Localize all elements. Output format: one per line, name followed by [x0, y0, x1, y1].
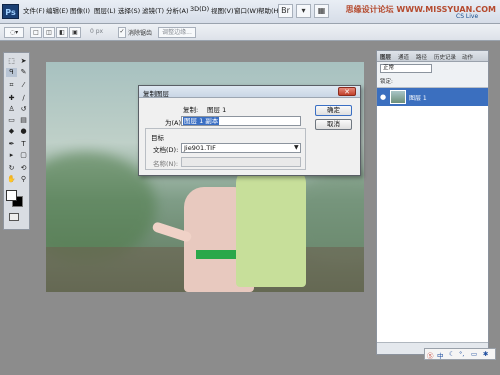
crop-tool-icon[interactable]: ⌗ [6, 81, 17, 90]
close-icon[interactable]: ✕ [338, 87, 356, 96]
type-tool-icon[interactable]: T [18, 140, 29, 149]
menu-view[interactable]: 视图(V) [211, 5, 234, 15]
dodge-tool-icon[interactable]: ● [18, 127, 29, 136]
lasso-tool-icon[interactable]: ᑫ [6, 68, 17, 77]
pen-tool-icon[interactable]: ✒ [6, 140, 17, 149]
tab-channels[interactable]: 通道 [398, 53, 409, 61]
arrange-documents-icon[interactable]: ▦ [314, 4, 329, 18]
layers-panel: 图层 通道 路径 历史记录 动作 正常 锁定: ● 图层 1 [376, 50, 489, 355]
man-figure [236, 167, 306, 287]
lock-label: 锁定: [380, 79, 393, 85]
duplicate-layer-dialog: 复制图层 ✕ 复制: 图层 1 为(A): 图层 1 副本 确定 取消 目标 文… [138, 85, 361, 176]
3d-rotate-tool-icon[interactable]: ↻ [6, 164, 17, 173]
layer-name[interactable]: 图层 1 [409, 93, 427, 102]
history-brush-icon[interactable]: ↺ [18, 105, 29, 114]
move-tool-icon[interactable]: ➤ [18, 57, 29, 66]
copy-value: 图层 1 [207, 106, 227, 114]
cancel-button[interactable]: 取消 [315, 119, 352, 130]
stamp-tool-icon[interactable]: ♙ [6, 105, 17, 114]
menu-file[interactable]: 文件(F) [23, 5, 45, 15]
options-bar: ◌▾ □ ◫ ◧ ▣ 0 px ✓ 消除锯齿 调整边缘... [0, 24, 500, 41]
healing-tool-icon[interactable]: ✚ [6, 94, 17, 103]
subtract-selection-icon[interactable]: ◧ [56, 27, 68, 38]
quick-mask-icon[interactable] [9, 213, 19, 221]
tab-paths[interactable]: 路径 [416, 53, 427, 61]
lasso-tool-preset-icon[interactable]: ◌▾ [4, 27, 24, 38]
menu-edit[interactable]: 编辑(E) [46, 5, 68, 15]
layer-thumbnail [390, 90, 406, 104]
blur-tool-icon[interactable]: ◆ [6, 127, 17, 136]
punctuation-icon[interactable]: °, [459, 350, 464, 358]
menu-select[interactable]: 选择(S) [118, 5, 140, 15]
intersect-selection-icon[interactable]: ▣ [69, 27, 81, 38]
foreground-color-swatch[interactable] [6, 190, 17, 201]
as-input[interactable]: 图层 1 副本 [181, 116, 301, 126]
photoshop-logo: Ps [2, 4, 19, 19]
ime-logo-icon[interactable]: Ⓢ [427, 350, 434, 360]
name-label: 名称(N): [153, 160, 179, 168]
settings-icon[interactable]: ✱ [483, 350, 488, 358]
eyedropper-tool-icon[interactable]: ⁄ [18, 81, 29, 90]
eraser-tool-icon[interactable]: ▭ [6, 116, 17, 125]
menu-layer[interactable]: 图层(L) [94, 5, 116, 15]
antialias-label: 消除锯齿 [128, 30, 153, 37]
menu-filter[interactable]: 滤镜(T) [142, 5, 164, 15]
brush-tool-icon[interactable]: ∕ [18, 94, 29, 103]
tab-layers[interactable]: 图层 [380, 53, 391, 61]
ok-button[interactable]: 确定 [315, 105, 352, 116]
antialias-checkbox[interactable]: ✓ [118, 27, 126, 38]
new-selection-icon[interactable]: □ [30, 27, 42, 38]
menu-analysis[interactable]: 分析(A) [166, 5, 189, 15]
quick-select-tool-icon[interactable]: ✎ [18, 68, 29, 77]
name-input[interactable] [181, 157, 301, 167]
tab-history[interactable]: 历史记录 [434, 53, 456, 61]
moon-icon[interactable]: ☾ [449, 350, 455, 358]
cs-live-button[interactable]: CS Live [456, 13, 478, 20]
3d-camera-tool-icon[interactable]: ⟲ [18, 164, 29, 173]
eye-icon[interactable]: ● [380, 93, 386, 101]
menu-window[interactable]: 窗口(W) [234, 5, 259, 15]
zoom-tool-icon[interactable]: ⚲ [18, 175, 29, 184]
refine-edge-button[interactable]: 调整边缘... [158, 27, 196, 38]
marquee-tool-icon[interactable]: ⬚ [6, 57, 17, 66]
ime-tray: Ⓢ 中 ☾ °, ▭ ✱ [424, 348, 496, 360]
feather-value[interactable]: 0 px [90, 28, 103, 35]
as-input-value: 图层 1 副本 [183, 117, 220, 125]
destination-group-title: 目标 [151, 134, 164, 142]
zoom-level-icon[interactable]: ▾ [296, 4, 311, 18]
dialog-title: 复制图层 [143, 90, 169, 98]
document-select[interactable]: Jie901.TIF [181, 143, 301, 153]
add-selection-icon[interactable]: ◫ [43, 27, 55, 38]
menu-3d[interactable]: 3D(D) [190, 5, 209, 13]
panel-tabs: 图层 通道 路径 历史记录 动作 [377, 51, 488, 62]
launch-bridge-icon[interactable]: Br [278, 4, 293, 18]
tab-actions[interactable]: 动作 [462, 53, 473, 61]
dialog-titlebar[interactable]: 复制图层 ✕ [139, 86, 360, 98]
chevron-down-icon[interactable]: ▼ [294, 144, 299, 151]
menu-image[interactable]: 图像(I) [70, 5, 90, 15]
ime-mode[interactable]: 中 [437, 350, 444, 360]
menu-bar: Ps 文件(F) 编辑(E) 图像(I) 图层(L) 选择(S) 滤镜(T) 分… [0, 0, 500, 24]
blend-mode-select[interactable]: 正常 [380, 64, 432, 73]
hand-tool-icon[interactable]: ✋ [6, 175, 17, 184]
keyboard-icon[interactable]: ▭ [471, 350, 477, 358]
copy-label: 复制: [183, 106, 199, 114]
shape-tool-icon[interactable]: ▢ [18, 151, 29, 160]
layer-toolbar: 正常 锁定: [377, 62, 488, 88]
gradient-tool-icon[interactable]: ▤ [18, 116, 29, 125]
document-label: 文档(D): [153, 146, 179, 154]
path-select-tool-icon[interactable]: ▸ [6, 151, 17, 160]
